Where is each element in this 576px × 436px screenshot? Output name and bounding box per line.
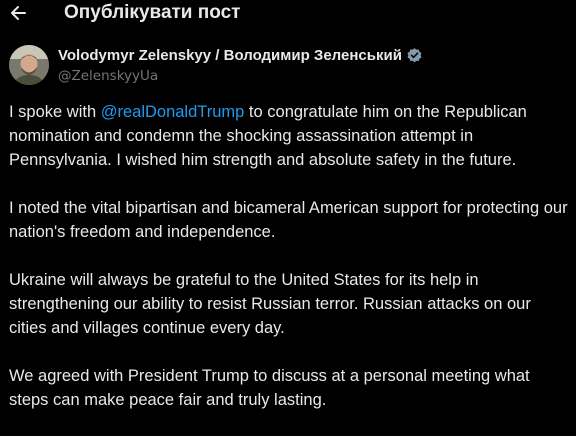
page-title: Опублікувати пост (64, 2, 241, 23)
post-paragraph-3: Ukraine will always be grateful to the U… (9, 271, 531, 337)
author-block: Volodymyr Zelenskyy / Володимир Зеленськ… (9, 45, 569, 89)
post-header: Опублікувати пост (0, 0, 576, 28)
mention-link[interactable]: @realDonaldTrump (101, 103, 245, 121)
arrow-left-icon (8, 2, 28, 24)
post-paragraph-1: I spoke with @realDonaldTrump to congrat… (9, 100, 571, 172)
post-paragraph-2: I noted the vital bipartisan and bicamer… (9, 199, 568, 241)
post-paragraph-4: We agreed with President Trump to discus… (9, 367, 530, 409)
post-text: I spoke with @realDonaldTrump to congrat… (9, 100, 571, 436)
author-handle[interactable]: @ZelenskyyUa (58, 68, 158, 84)
verified-badge-icon (406, 47, 423, 64)
author-name[interactable]: Volodymyr Zelenskyy / Володимир Зеленськ… (58, 47, 402, 64)
paragraph-text: I spoke with (9, 103, 101, 121)
avatar[interactable] (9, 45, 49, 85)
back-button[interactable] (8, 2, 28, 24)
